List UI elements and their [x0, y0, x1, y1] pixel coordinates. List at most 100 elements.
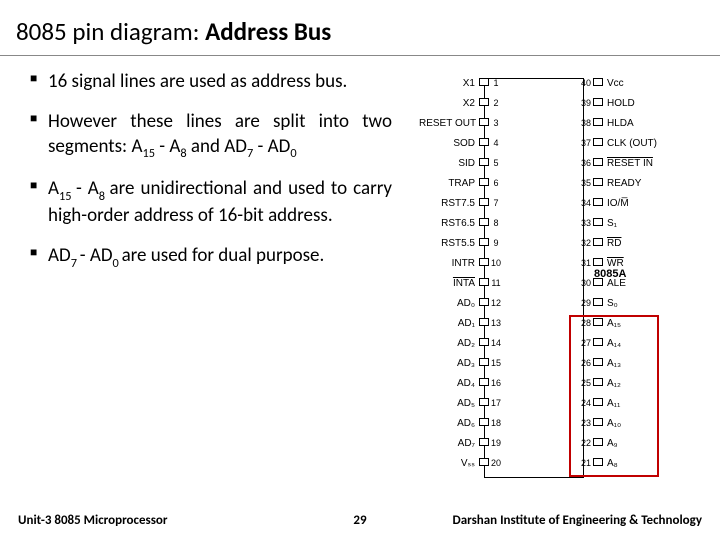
- title-prefix: 8085 pin diagram:: [16, 16, 205, 47]
- pin-right-38: 38HLDA: [584, 118, 663, 128]
- pin-right-40: 40Vᴄᴄ: [584, 78, 663, 88]
- pin-right-35: 35READY: [584, 178, 663, 188]
- pin-number: 36: [579, 158, 593, 168]
- highlight-address-bus: [569, 315, 659, 477]
- pin-diagram: 8085A X11X22RESET OUT3SOD4SID5TRAP6RST7.…: [400, 70, 720, 492]
- bullet-4: AD7 - AD0 are used for dual purpose.: [30, 244, 392, 271]
- pin-box-icon: [593, 278, 603, 286]
- pin-box-icon: [479, 178, 489, 186]
- pin-label: INTR: [419, 259, 475, 269]
- pin-label: AD₃: [419, 359, 475, 369]
- pin-label: SID: [419, 159, 475, 169]
- pin-left-9: RST5.59: [406, 238, 498, 248]
- pin-box-icon: [479, 138, 489, 146]
- pin-left-1: X11: [406, 78, 498, 88]
- pin-number: 37: [579, 138, 593, 148]
- pin-box-icon: [479, 118, 489, 126]
- pin-left-19: AD₇19: [406, 438, 498, 448]
- pin-label: Vᴄᴄ: [607, 79, 663, 89]
- pin-box-icon: [479, 338, 489, 346]
- pin-number: 5: [489, 158, 503, 168]
- bullet-1: 16 signal lines are used as address bus.: [30, 70, 392, 94]
- pin-left-4: SOD4: [406, 138, 498, 148]
- pin-label: Vₛₛ: [419, 459, 475, 469]
- pin-right-33: 33S₁: [584, 218, 663, 228]
- pin-box-icon: [479, 258, 489, 266]
- pin-label: RST6.5: [419, 219, 475, 229]
- pin-left-7: RST7.57: [406, 198, 498, 208]
- pin-label: AD₆: [419, 419, 475, 429]
- bullet-list: 16 signal lines are used as address bus.…: [0, 70, 400, 492]
- pin-number: 19: [489, 438, 503, 448]
- pin-label: RST7.5: [419, 199, 475, 209]
- pin-number: 17: [489, 398, 503, 408]
- pin-box-icon: [593, 238, 603, 246]
- pin-number: 40: [579, 78, 593, 88]
- pin-box-icon: [479, 458, 489, 466]
- pin-left-18: AD₆18: [406, 418, 498, 428]
- pin-box-icon: [593, 298, 603, 306]
- pin-number: 4: [489, 138, 503, 148]
- pin-label: RESET OUT: [419, 119, 475, 129]
- pin-number: 3: [489, 118, 503, 128]
- pin-number: 39: [579, 98, 593, 108]
- pin-left-14: AD₂14: [406, 338, 498, 348]
- pin-label: S₁: [607, 219, 663, 229]
- pin-left-20: Vₛₛ20: [406, 458, 498, 468]
- pin-label: AD₄: [419, 379, 475, 389]
- pin-label: AD₂: [419, 339, 475, 349]
- footer-institute: Darshan Institute of Engineering & Techn…: [390, 513, 702, 528]
- pin-number: 15: [489, 358, 503, 368]
- pin-box-icon: [593, 218, 603, 226]
- pin-left-15: AD₃15: [406, 358, 498, 368]
- pin-label: RD: [607, 239, 663, 249]
- pin-number: 31: [579, 258, 593, 268]
- pin-number: 11: [489, 278, 503, 288]
- pin-label: AD₁: [419, 319, 475, 329]
- pin-number: 8: [489, 218, 503, 228]
- pin-box-icon: [593, 78, 603, 86]
- pin-box-icon: [593, 158, 603, 166]
- pin-left-6: TRAP6: [406, 178, 498, 188]
- pin-label: ALE: [607, 279, 663, 289]
- content-area: 16 signal lines are used as address bus.…: [0, 56, 720, 492]
- pin-label: RESET IN: [607, 159, 663, 169]
- pin-box-icon: [593, 118, 603, 126]
- pin-number: 18: [489, 418, 503, 428]
- pin-left-11: INTA11: [406, 278, 498, 288]
- pin-box-icon: [479, 78, 489, 86]
- pin-box-icon: [479, 418, 489, 426]
- pin-right-29: 29S₀: [584, 298, 663, 308]
- pin-box-icon: [479, 378, 489, 386]
- pin-number: 2: [489, 98, 503, 108]
- pin-box-icon: [479, 218, 489, 226]
- pin-number: 20: [489, 458, 503, 468]
- pin-number: 32: [579, 238, 593, 248]
- pin-number: 14: [489, 338, 503, 348]
- footer-unit: Unit-3 8085 Microprocessor: [18, 513, 330, 528]
- pin-label: READY: [607, 179, 663, 189]
- pin-number: 29: [579, 298, 593, 308]
- pin-box-icon: [593, 138, 603, 146]
- pin-box-icon: [479, 238, 489, 246]
- pin-label: X2: [419, 99, 475, 109]
- pin-left-17: AD₅17: [406, 398, 498, 408]
- pin-box-icon: [593, 98, 603, 106]
- pin-box-icon: [479, 198, 489, 206]
- footer: Unit-3 8085 Microprocessor 29 Darshan In…: [0, 513, 720, 528]
- pin-right-30: 30ALE: [584, 278, 663, 288]
- pin-box-icon: [593, 258, 603, 266]
- pin-right-31: 31WR: [584, 258, 663, 268]
- pin-number: 35: [579, 178, 593, 188]
- pin-left-3: RESET OUT3: [406, 118, 498, 128]
- pin-number: 12: [489, 298, 503, 308]
- pin-label: RST5.5: [419, 239, 475, 249]
- pin-box-icon: [479, 438, 489, 446]
- pin-number: 9: [489, 238, 503, 248]
- pin-label: S₀: [607, 299, 663, 309]
- pin-box-icon: [479, 358, 489, 366]
- pin-number: 6: [489, 178, 503, 188]
- pin-left-5: SID5: [406, 158, 498, 168]
- pin-left-8: RST6.58: [406, 218, 498, 228]
- pin-number: 38: [579, 118, 593, 128]
